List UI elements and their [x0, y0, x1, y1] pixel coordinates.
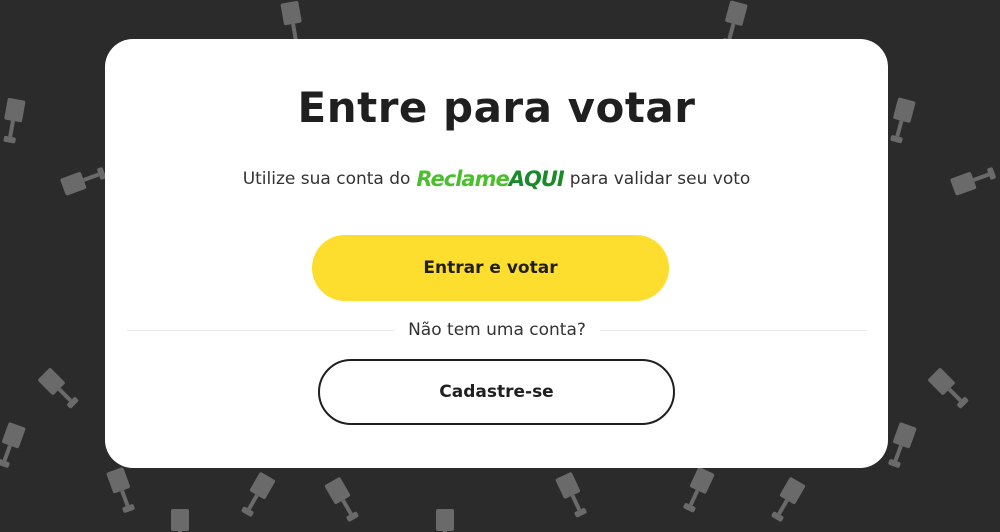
divider: Não tem uma conta?	[127, 318, 867, 342]
trophy-icon	[555, 471, 590, 520]
trophy-icon	[927, 367, 972, 412]
trophy-icon	[324, 476, 362, 524]
trophy-icon	[59, 163, 108, 196]
trophy-icon	[884, 421, 917, 470]
trophy-icon	[680, 466, 715, 515]
trophy-icon	[0, 97, 26, 145]
trophy-icon	[171, 509, 189, 532]
subtitle-text-before: Utilize sua conta do	[242, 169, 411, 189]
trophy-icon	[106, 466, 139, 515]
brand-aqui: AQUI	[508, 167, 565, 191]
trophy-icon	[949, 163, 998, 196]
brand-reclame: Reclame	[416, 167, 509, 191]
trophy-icon	[0, 421, 26, 470]
modal-title: Entre para votar	[297, 83, 696, 132]
login-and-vote-button[interactable]: Entrar e votar	[312, 235, 669, 301]
login-modal: Entre para votar Utilize sua conta do Re…	[105, 39, 888, 468]
reclame-aqui-logo: Reclame AQUI	[416, 167, 565, 191]
trophy-icon	[37, 367, 82, 412]
divider-line-left	[127, 329, 395, 331]
divider-line-right	[599, 329, 867, 331]
trophy-icon	[887, 97, 916, 145]
modal-subtitle: Utilize sua conta do Reclame AQUI para va…	[105, 167, 888, 191]
signup-button[interactable]: Cadastre-se	[318, 359, 675, 425]
subtitle-text-after: para validar seu voto	[569, 169, 751, 189]
trophy-icon	[238, 471, 276, 519]
trophy-icon	[768, 476, 806, 524]
trophy-icon	[436, 509, 454, 532]
no-account-text: Não tem uma conta?	[408, 320, 586, 340]
